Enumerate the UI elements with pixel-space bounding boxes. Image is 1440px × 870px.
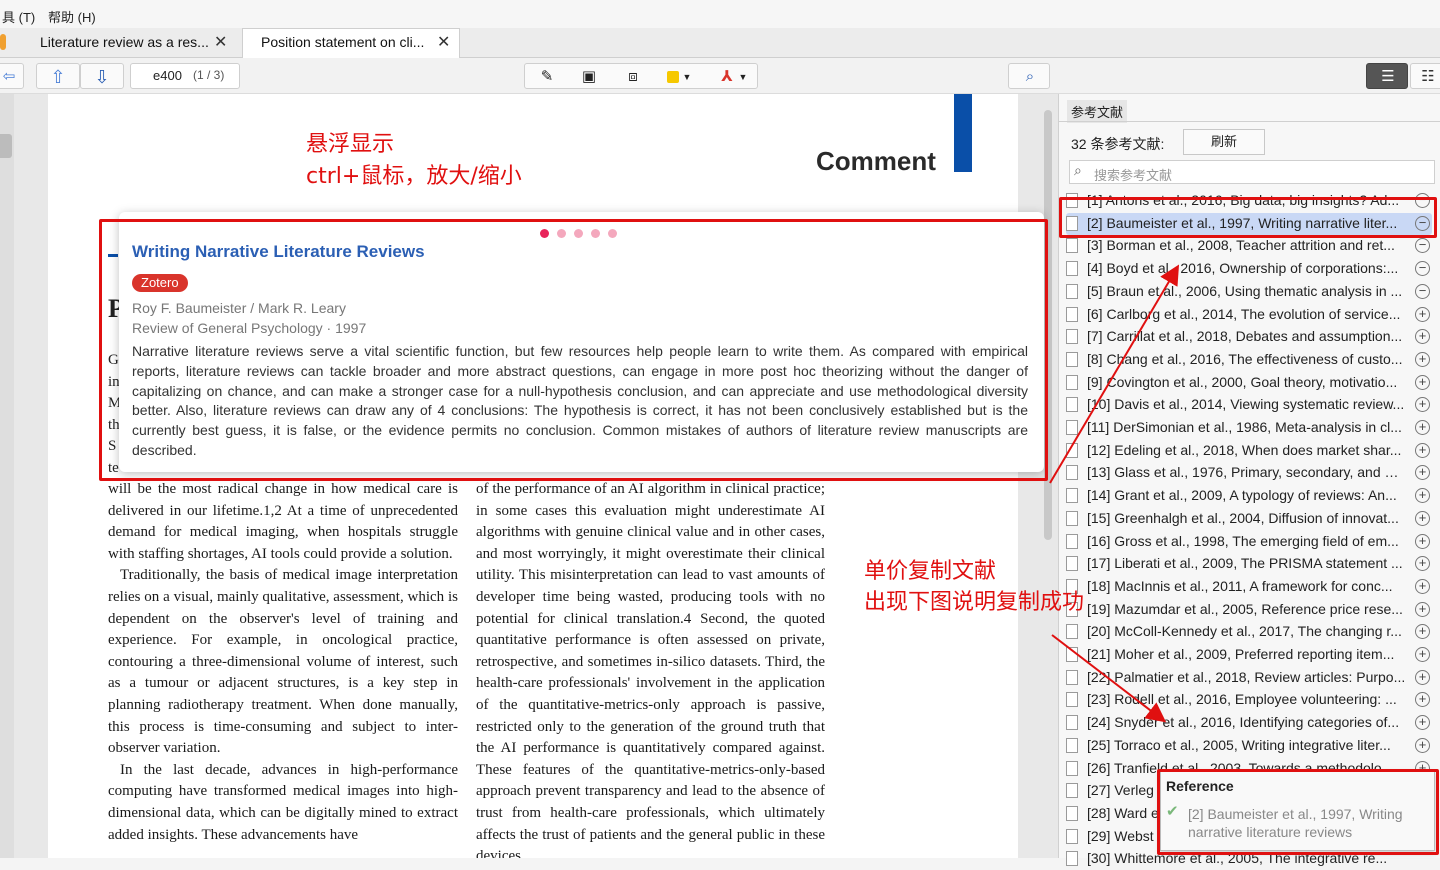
toast-highlight-box (1157, 769, 1439, 855)
annotation-arrows (1049, 264, 1180, 723)
copy-note-line1: 单价复制文献 (864, 559, 997, 584)
copy-note-line2: 出现下图说明复制成功 (864, 590, 1085, 615)
arrow-icon (1049, 264, 1180, 484)
arrow-icon (1051, 634, 1167, 723)
